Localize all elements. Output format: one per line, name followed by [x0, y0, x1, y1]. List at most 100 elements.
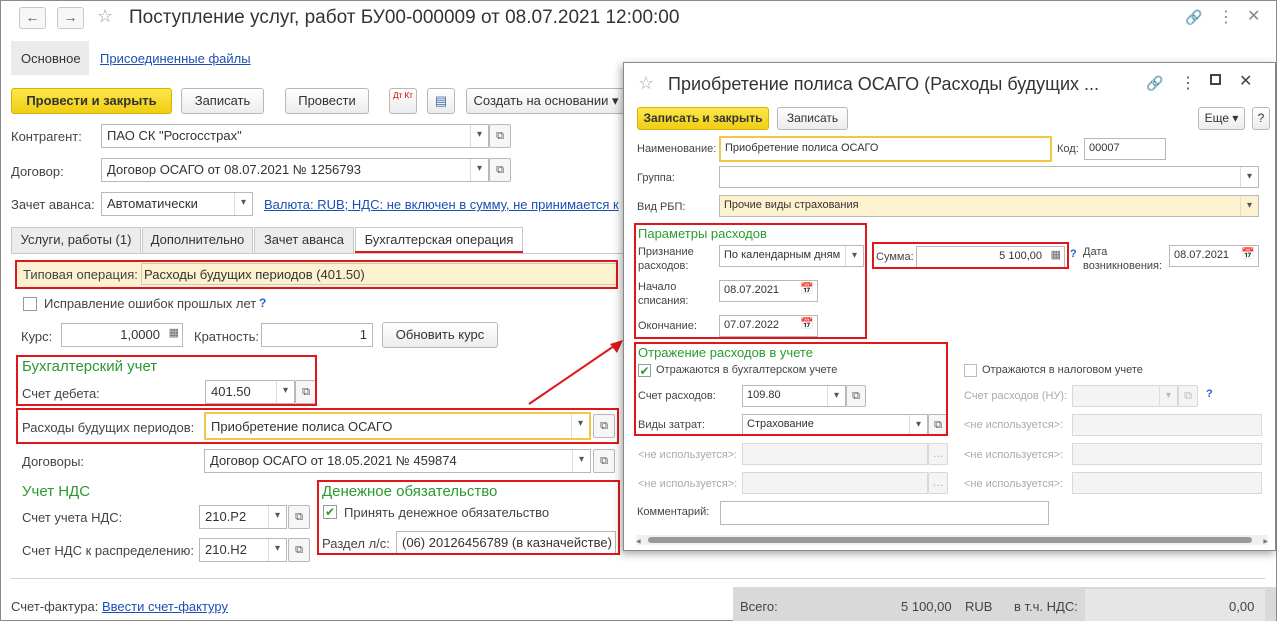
main-window: ← → ☆ Поступление услуг, работ БУ00-0000… [0, 0, 1277, 621]
accounting-header: Бухгалтерский учет [22, 358, 158, 375]
in-tax-checkbox[interactable] [964, 364, 977, 377]
vat-value: 0,00 [1229, 599, 1255, 614]
in-tax-label: Отражаются в налоговом учете [982, 364, 1143, 376]
not-used-btn-2[interactable]: … [928, 472, 948, 494]
open-contracts-icon[interactable]: ⧉ [593, 449, 615, 473]
more-icon[interactable]: ⋮ [1218, 7, 1234, 27]
tab-accounting-operation[interactable]: Бухгалтерская операция [355, 227, 523, 253]
advance-label: Зачет аванса: [11, 197, 95, 212]
accept-money-checkbox[interactable]: ✔ [323, 505, 337, 519]
open-vat-distr-icon[interactable]: ⧉ [288, 538, 310, 562]
not-used-field-3[interactable] [1072, 414, 1262, 436]
save-button[interactable]: Записать [181, 88, 264, 114]
open-vat-account-icon[interactable]: ⧉ [288, 505, 310, 529]
not-used-label-2: <не используется>: [638, 478, 738, 490]
multiplicity-field[interactable]: 1 [261, 323, 373, 347]
close-icon[interactable]: ✕ [1247, 6, 1260, 26]
counterparty-field[interactable]: ПАО СК "Росгосстрах" [101, 124, 489, 148]
tab-attached-files[interactable]: Присоединенные файлы [100, 51, 251, 66]
in-accounting-checkbox[interactable]: ✔ [638, 364, 651, 377]
sum-help-icon[interactable]: ? [1070, 248, 1077, 260]
link-icon[interactable]: 🔗 [1185, 9, 1202, 26]
expense-account-field[interactable]: 109.80 [742, 385, 846, 407]
name-label: Наименование: [637, 143, 717, 155]
total-value: 5 100,00 [901, 599, 952, 614]
cost-type-label: Виды затрат: [638, 419, 705, 431]
vat-account-field[interactable]: 210.Р2 [199, 505, 287, 529]
occurrence-date-field[interactable]: 08.07.2021 📅 [1169, 245, 1259, 267]
dialog-link-icon[interactable]: 🔗 [1146, 75, 1163, 92]
rbp-field[interactable]: Прочие виды страхования [719, 195, 1259, 217]
comment-field[interactable] [720, 501, 1049, 525]
open-deferred-icon[interactable]: ⧉ [593, 414, 615, 438]
not-used-field-4[interactable] [1072, 443, 1262, 465]
recognition-select[interactable]: По календарным дням [719, 245, 864, 267]
dialog-star-icon[interactable]: ☆ [638, 73, 654, 94]
not-used-field-1[interactable] [742, 443, 928, 465]
dialog-save-button[interactable]: Записать [777, 107, 848, 130]
favorite-star-icon[interactable]: ☆ [97, 6, 113, 27]
contracts-field[interactable]: Договор ОСАГО от 18.05.2021 № 459874 [204, 449, 591, 473]
rate-field[interactable]: 1,0000 ▦ [61, 323, 183, 347]
rbp-label: Вид РБП: [637, 201, 686, 213]
typical-op-label: Типовая операция: [23, 267, 138, 282]
open-counterparty-icon[interactable]: ⧉ [489, 124, 511, 148]
dt-kt-icon[interactable]: Дт Кт [389, 88, 417, 114]
typical-op-field[interactable]: Расходы будущих периодов (401.50) [141, 263, 617, 285]
advance-select[interactable]: Автоматически [101, 192, 253, 216]
fix-errors-label: Исправление ошибок прошлых лет [44, 296, 257, 311]
code-field[interactable]: 00007 [1084, 138, 1166, 160]
open-contract-icon[interactable]: ⧉ [489, 158, 511, 182]
dialog-save-close-button[interactable]: Записать и закрыть [637, 107, 769, 130]
cost-type-field[interactable]: Страхование [742, 414, 928, 436]
accept-money-label: Принять денежное обязательство [344, 505, 550, 520]
reflection-header: Отражение расходов в учете [638, 345, 813, 360]
scrollbar-thumb[interactable] [648, 537, 1252, 543]
fix-errors-checkbox[interactable] [23, 297, 37, 311]
post-button[interactable]: Провести [285, 88, 369, 114]
expense-account-nu-field[interactable] [1072, 385, 1178, 407]
tab-additional[interactable]: Дополнительно [142, 227, 253, 253]
end-date-field[interactable]: 07.07.2022 📅 [719, 315, 818, 337]
debit-field[interactable]: 401.50 [205, 380, 295, 404]
vat-distr-field[interactable]: 210.Н2 [199, 538, 287, 562]
rate-label: Курс: [21, 329, 53, 344]
nu-help-icon[interactable]: ? [1206, 388, 1213, 400]
open-debit-icon[interactable]: ⧉ [295, 380, 317, 404]
open-cost-type-icon[interactable]: ⧉ [928, 414, 948, 436]
dialog-more-button[interactable]: Еще ▾ [1198, 107, 1245, 130]
forward-button[interactable]: → [57, 7, 84, 29]
currency-link[interactable]: Валюта: RUB; НДС: не включен в сумму, не… [264, 197, 619, 212]
dialog-more-icon[interactable]: ⋮ [1180, 73, 1196, 93]
post-and-close-button[interactable]: Провести и закрыть [11, 88, 172, 114]
invoice-link[interactable]: Ввести счет-фактуру [102, 599, 228, 614]
contract-field[interactable]: Договор ОСАГО от 08.07.2021 № 1256793 [101, 158, 489, 182]
tab-main[interactable]: Основное [21, 51, 81, 66]
tab-services[interactable]: Услуги, работы (1) [11, 227, 141, 253]
not-used-field-5[interactable] [1072, 472, 1262, 494]
open-expense-account-nu-icon[interactable]: ⧉ [1178, 385, 1198, 407]
not-used-btn-1[interactable]: … [928, 443, 948, 465]
dialog-maximize-icon[interactable] [1210, 74, 1221, 85]
dialog-close-icon[interactable]: ✕ [1239, 71, 1252, 91]
start-date-field[interactable]: 08.07.2021 📅 [719, 280, 818, 302]
update-rate-button[interactable]: Обновить курс [382, 322, 498, 348]
open-expense-account-icon[interactable]: ⧉ [846, 385, 866, 407]
not-used-field-2[interactable] [742, 472, 928, 494]
section-field[interactable]: (06) 20126456789 (в казначействе) [396, 531, 616, 555]
sum-field[interactable]: 5 100,00 ▦ [916, 246, 1065, 268]
tab-advance[interactable]: Зачет аванса [254, 227, 354, 253]
dialog-help-button[interactable]: ? [1252, 107, 1270, 130]
report-icon[interactable]: ▤ [427, 88, 455, 114]
create-based-button[interactable]: Создать на основании ▾ [466, 88, 626, 114]
multiplicity-label: Кратность: [194, 329, 259, 344]
arrow-annotation [528, 340, 623, 405]
not-used-label-3: <не используется>: [964, 419, 1064, 431]
name-field[interactable]: Приобретение полиса ОСАГО [719, 136, 1052, 162]
group-field[interactable] [719, 166, 1259, 188]
document-title: Поступление услуг, работ БУ00-000009 от … [129, 7, 680, 28]
horizontal-scrollbar[interactable]: ◀ ▶ [636, 535, 1268, 545]
back-button[interactable]: ← [19, 7, 46, 29]
deferred-field[interactable]: Приобретение полиса ОСАГО [204, 412, 591, 440]
help-icon[interactable]: ? [259, 296, 266, 310]
